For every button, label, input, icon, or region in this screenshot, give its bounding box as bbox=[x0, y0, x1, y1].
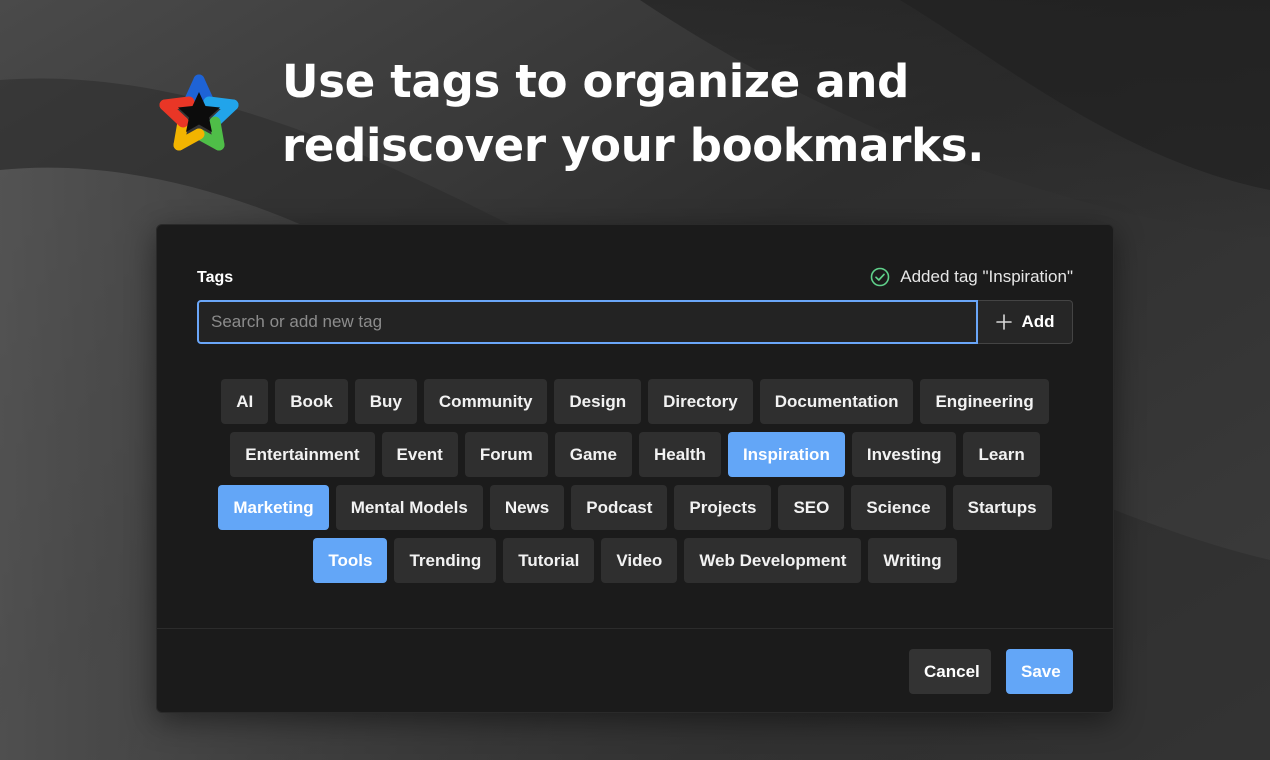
label-row: Tags Added tag "Inspiration" bbox=[197, 267, 1073, 291]
cancel-button[interactable]: Cancel bbox=[909, 649, 991, 694]
dialog-footer: Cancel Save bbox=[909, 649, 1073, 694]
status-message: Added tag "Inspiration" bbox=[870, 267, 1073, 287]
tag-chip[interactable]: Directory bbox=[648, 379, 753, 424]
tag-search-input[interactable] bbox=[197, 300, 978, 344]
tag-chip[interactable]: Web Development bbox=[684, 538, 862, 583]
tags-label: Tags bbox=[197, 269, 234, 286]
tag-chip[interactable]: Inspiration bbox=[727, 432, 845, 477]
tag-chip[interactable]: Documentation bbox=[759, 379, 914, 424]
tag-chip[interactable]: Forum bbox=[464, 432, 548, 477]
footer-divider bbox=[157, 628, 1113, 629]
tag-chip[interactable]: Community bbox=[423, 379, 548, 424]
page-title: Use tags to organize and rediscover your… bbox=[282, 55, 985, 172]
tag-chip[interactable]: Entertainment bbox=[230, 432, 375, 477]
tag-chip[interactable]: Mental Models bbox=[335, 485, 483, 530]
tag-chip[interactable]: Learn bbox=[963, 432, 1040, 477]
star-logo-icon bbox=[159, 74, 239, 151]
add-tag-button[interactable]: Add bbox=[978, 300, 1073, 344]
add-button-label: Add bbox=[1021, 312, 1055, 331]
tag-list: AI Book Buy Community Design Directory Documen… bbox=[217, 379, 1053, 583]
tag-input-row: Add bbox=[197, 300, 1073, 344]
tag-chip[interactable]: Investing bbox=[851, 432, 957, 477]
tag-chip[interactable]: News bbox=[489, 485, 565, 530]
tag-chip[interactable]: Health bbox=[638, 432, 721, 477]
tag-chip[interactable]: Game bbox=[554, 432, 632, 477]
check-circle-icon bbox=[870, 267, 890, 287]
tag-chip[interactable]: Engineering bbox=[920, 379, 1049, 424]
tag-chip[interactable]: Tools bbox=[313, 538, 388, 583]
tag-chip[interactable]: Tutorial bbox=[503, 538, 595, 583]
hero-section: Use tags to organize and rediscover your… bbox=[0, 0, 1270, 200]
tag-chip[interactable]: Marketing bbox=[218, 485, 329, 530]
tags-dialog: Tags Added tag "Inspiration" Add AIBookB… bbox=[156, 224, 1114, 713]
tag-chip[interactable]: Projects bbox=[674, 485, 772, 530]
status-text: Added tag "Inspiration" bbox=[900, 267, 1073, 286]
tag-chip[interactable]: Writing bbox=[868, 538, 957, 583]
tag-chip[interactable]: Design bbox=[554, 379, 642, 424]
tag-chip[interactable]: Book bbox=[275, 379, 348, 424]
tag-chip[interactable]: AI bbox=[221, 379, 269, 424]
tag-chip[interactable]: SEO bbox=[778, 485, 845, 530]
tag-chip[interactable]: Event bbox=[381, 432, 458, 477]
save-button[interactable]: Save bbox=[1006, 649, 1073, 694]
tag-chip[interactable]: Startups bbox=[952, 485, 1052, 530]
plus-icon bbox=[996, 314, 1013, 330]
tag-chip[interactable]: Video bbox=[601, 538, 678, 583]
tag-chip[interactable]: Trending bbox=[394, 538, 497, 583]
tag-chip[interactable]: Buy bbox=[354, 379, 417, 424]
tag-chip[interactable]: Podcast bbox=[571, 485, 668, 530]
tag-chip[interactable]: Science bbox=[851, 485, 946, 530]
